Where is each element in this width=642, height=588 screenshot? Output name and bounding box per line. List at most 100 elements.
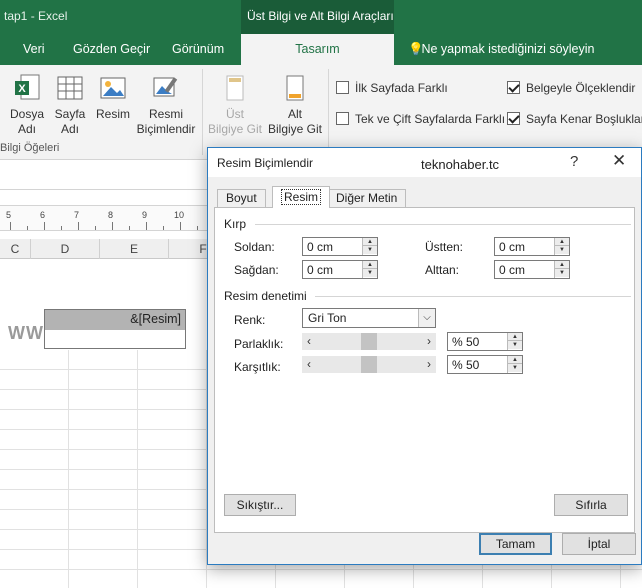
different-first-page-checkbox[interactable]: İlk Sayfada Farklı [336,81,448,95]
spin-up-icon[interactable]: ▲ [555,238,569,246]
cancel-button[interactable]: İptal [562,533,636,555]
ruler-tick [112,222,113,230]
ribbon-separator [328,69,329,155]
crop-right-input[interactable]: 0 cm ▲ ▼ [302,260,378,279]
crop-left-input[interactable]: 0 cm ▲ ▼ [302,237,378,256]
go-to-header-button[interactable]: Üst Bilgiye Git [205,73,265,137]
ruler-tick [197,226,198,230]
ruler-number: 9 [142,210,148,220]
format-picture-label-2: Biçimlendir [136,122,196,136]
file-name-label-1: Dosya [9,107,44,121]
chevron-right-icon[interactable]: › [422,333,436,350]
compress-button[interactable]: Sıkıştır... [224,494,296,516]
checkbox-box-checked [507,81,520,94]
excel-file-icon: X [15,74,40,100]
picture-button[interactable]: Resim [93,73,133,122]
color-dropdown[interactable]: Gri Ton ⌵ [302,308,436,328]
chevron-down-icon[interactable]: ⌵ [418,309,435,327]
file-name-button[interactable]: X Dosya Adı [7,73,47,137]
spin-up-icon[interactable]: ▲ [363,238,377,246]
spin-down-icon[interactable]: ▼ [555,269,569,277]
help-icon[interactable]: ? [570,153,578,170]
spin-up-icon[interactable]: ▲ [555,261,569,269]
contrast-slider[interactable]: ‹ › [302,356,436,373]
slider-thumb[interactable] [361,333,377,350]
brightness-input[interactable]: % 50 ▲ ▼ [447,332,523,351]
tell-me-label: Ne yapmak istediğinizi söyleyin [421,42,595,56]
different-odd-even-label: Tek ve Çift Sayfalarda Farklı [355,112,506,126]
tab-gozden-gecir[interactable]: Gözden Geçir [73,42,150,56]
picture-label: Resim [95,107,130,121]
ruler-number: 6 [40,210,46,220]
different-odd-even-checkbox[interactable]: Tek ve Çift Sayfalarda Farklı [336,112,505,126]
spin-up-icon[interactable]: ▲ [508,356,522,364]
tab-gorunum[interactable]: Görünüm [172,42,224,56]
ok-button[interactable]: Tamam [479,533,552,555]
align-with-margins-checkbox[interactable]: Sayfa Kenar Boşlukları [507,112,642,126]
spin-down-icon[interactable]: ▼ [555,246,569,254]
ruler-tick [163,226,164,230]
ruler-number: 5 [6,210,12,220]
tab-tasarim[interactable]: Tasarım [241,34,394,65]
reset-button[interactable]: Sıfırla [554,494,628,516]
tab-size[interactable]: Boyut [217,189,266,207]
go-to-header-label-1: Üst [226,107,244,121]
tab-picture[interactable]: Resim [272,186,331,208]
spin-down-icon[interactable]: ▼ [363,246,377,254]
ruler-tick [95,226,96,230]
ruler-number: 7 [74,210,80,220]
slider-thumb[interactable] [361,356,377,373]
column-header-e[interactable]: E [100,239,169,259]
chevron-right-icon[interactable]: › [422,356,436,373]
different-first-page-label: İlk Sayfada Farklı [355,81,448,95]
section-divider [315,296,631,297]
contrast-input[interactable]: % 50 ▲ ▼ [447,355,523,374]
crop-bottom-input[interactable]: 0 cm ▲ ▼ [494,260,570,279]
crop-left-value: 0 cm [307,240,334,254]
close-icon[interactable]: ✕ [612,151,626,171]
tell-me-box[interactable]: 💡 Ne yapmak istediğinizi söyleyin [408,42,594,57]
ruler-number: 10 [174,210,185,220]
tab-alt-text[interactable]: Diğer Metin [327,189,407,207]
image-control-section-title: Resim denetimi [224,289,307,303]
format-picture-button[interactable]: Resmi Biçimlendir [133,73,199,137]
section-divider [255,224,631,225]
ruler-tick [180,222,181,230]
crop-left-label: Soldan: [234,240,275,254]
format-picture-icon [153,77,178,97]
header-footer-elements-group-label: Bilgi Öğeleri [0,142,60,154]
spin-down-icon[interactable]: ▼ [508,364,522,372]
sheet-name-button[interactable]: Sayfa Adı [50,73,90,137]
ruler-tick [78,222,79,230]
dialog-title: Resim Biçimlendir [217,156,314,170]
chevron-left-icon[interactable]: ‹ [302,333,316,350]
title-bar: tap1 - Excel Üst Bilgi ve Alt Bilgi Araç… [0,0,642,34]
header-section-box[interactable]: &[Resim] [44,309,186,349]
scale-with-document-label: Belgeyle Ölçeklendir [526,81,636,95]
align-with-margins-label: Sayfa Kenar Boşlukları [526,112,642,126]
go-to-footer-button[interactable]: Alt Bilgiye Git [265,73,325,137]
spin-up-icon[interactable]: ▲ [363,261,377,269]
tab-veri[interactable]: Veri [23,42,45,56]
color-label: Renk: [234,313,266,327]
spin-up-icon[interactable]: ▲ [508,333,522,341]
ruler-tick [27,226,28,230]
crop-right-label: Sağdan: [234,263,279,277]
spin-down-icon[interactable]: ▼ [363,269,377,277]
color-value: Gri Ton [308,311,347,325]
watermark-image: WW [8,323,44,343]
file-name-label-2: Adı [17,122,36,136]
scale-with-document-checkbox[interactable]: Belgeyle Ölçeklendir [507,81,635,95]
chevron-left-icon[interactable]: ‹ [302,356,316,373]
crop-bottom-label: Alttan: [425,263,460,277]
header-picture-field[interactable]: &[Resim] [45,310,185,330]
crop-top-input[interactable]: 0 cm ▲ ▼ [494,237,570,256]
spin-down-icon[interactable]: ▼ [508,341,522,349]
ribbon-separator [202,69,203,155]
column-header-c[interactable]: C [0,239,31,259]
lightbulb-icon: 💡 [408,42,424,56]
checkbox-box-checked [507,112,520,125]
crop-section-title: Kırp [224,217,247,231]
brightness-slider[interactable]: ‹ › [302,333,436,350]
column-header-d[interactable]: D [31,239,100,259]
